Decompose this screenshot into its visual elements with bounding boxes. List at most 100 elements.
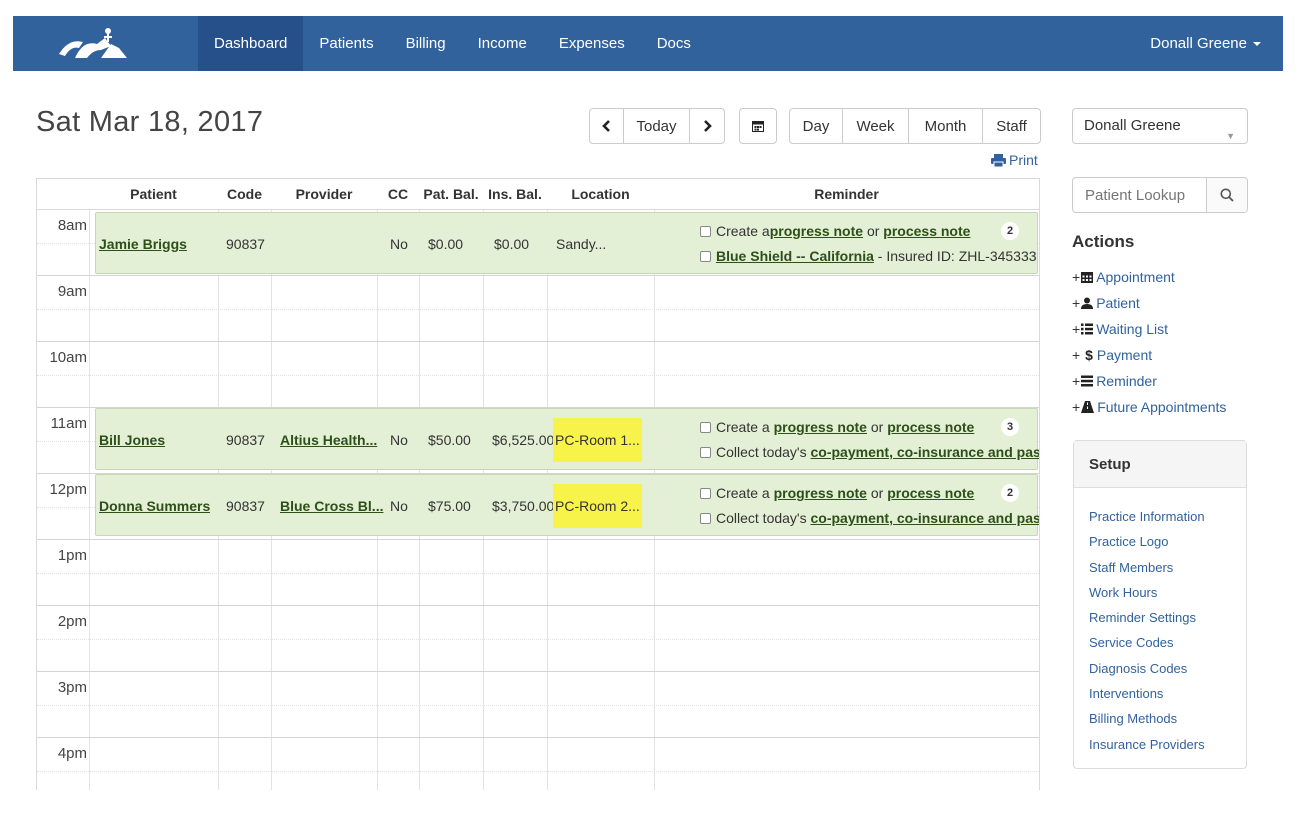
actions-list: + Appointment + Patient + Waiting List +…: [1072, 264, 1226, 420]
hour-row-3pm[interactable]: 3pm: [37, 672, 1039, 738]
setup-staff-members[interactable]: Staff Members: [1089, 555, 1246, 580]
setup-work-hours[interactable]: Work Hours: [1089, 580, 1246, 605]
insurance-balance: $0.00: [494, 236, 530, 252]
appointment-cc: No: [390, 498, 408, 514]
print-label: Print: [1009, 152, 1038, 168]
add-waiting-list-action[interactable]: + Waiting List: [1072, 316, 1226, 342]
provider-link[interactable]: Blue Cross Bl...: [280, 498, 383, 514]
setup-panel: Setup Practice Information Practice Logo…: [1073, 440, 1247, 769]
appointment-cc: No: [390, 432, 408, 448]
process-note-link[interactable]: process note: [887, 485, 974, 501]
reminder-icon: [1081, 375, 1094, 387]
col-location: Location: [571, 186, 630, 202]
hour-row-4pm[interactable]: 4pm: [37, 738, 1039, 790]
nav-dashboard[interactable]: Dashboard: [198, 16, 304, 71]
calendar-picker-button[interactable]: [739, 108, 777, 144]
print-link[interactable]: Print: [991, 152, 1038, 168]
hour-row-2pm[interactable]: 2pm: [37, 606, 1039, 672]
setup-insurance-providers[interactable]: Insurance Providers: [1089, 732, 1246, 757]
add-appointment-action[interactable]: + Appointment: [1072, 264, 1226, 290]
insurance-link[interactable]: Blue Shield -- California: [716, 248, 874, 264]
add-patient-action[interactable]: + Patient: [1072, 290, 1226, 316]
appointment-row[interactable]: Jamie Briggs 90837 No $0.00 $0.00 Sandy.…: [95, 212, 1038, 274]
col-code: Code: [227, 186, 262, 202]
reminder-checkbox[interactable]: [700, 512, 711, 524]
patient-search-button[interactable]: [1206, 178, 1247, 212]
hour-row-1pm[interactable]: 1pm: [37, 540, 1039, 606]
reminder-text: or: [863, 223, 884, 239]
hour-row-9am[interactable]: 9am: [37, 276, 1039, 342]
appointment-code: 90837: [226, 236, 265, 252]
calendar-icon: [752, 121, 764, 132]
progress-note-link[interactable]: progress note: [774, 419, 867, 435]
nav-income[interactable]: Income: [462, 16, 543, 71]
nav-billing[interactable]: Billing: [390, 16, 462, 71]
chevron-left-icon: [602, 120, 610, 132]
staff-select[interactable]: Donall Greene ▼: [1072, 108, 1248, 144]
action-label: Patient: [1096, 295, 1140, 311]
reminder-checkbox[interactable]: [700, 421, 711, 433]
add-payment-action[interactable]: + $ Payment: [1072, 342, 1226, 368]
view-day-button[interactable]: Day: [790, 109, 843, 143]
setup-practice-logo[interactable]: Practice Logo: [1089, 529, 1246, 554]
hour-row-10am[interactable]: 10am: [37, 342, 1039, 408]
today-button[interactable]: Today: [624, 109, 690, 143]
reminder-checkbox[interactable]: [700, 250, 711, 262]
copayment-link[interactable]: co-payment, co-insurance and past: [811, 444, 1040, 460]
reminder-text: Collect today's: [716, 510, 811, 526]
reminder-checkbox[interactable]: [700, 225, 711, 237]
provider-link[interactable]: Altius Health...: [280, 432, 377, 448]
hour-label: 12pm: [49, 481, 87, 498]
hour-label: 10am: [49, 349, 87, 366]
user-menu[interactable]: Donall Greene: [1150, 16, 1261, 71]
brand-logo[interactable]: [53, 24, 133, 64]
hour-label: 4pm: [57, 745, 87, 762]
appointment-row[interactable]: Bill Jones 90837 Altius Health... No $50…: [95, 408, 1040, 470]
process-note-link[interactable]: process note: [887, 419, 974, 435]
user-name: Donall Greene: [1150, 35, 1247, 52]
reminder-checkbox[interactable]: [700, 446, 711, 458]
setup-diagnosis-codes[interactable]: Diagnosis Codes: [1089, 656, 1246, 681]
patient-link[interactable]: Bill Jones: [99, 432, 165, 448]
reminder-item: Collect today's co-payment, co-insurance…: [700, 444, 1040, 460]
nav-expenses[interactable]: Expenses: [543, 16, 641, 71]
patient-lookup: [1072, 177, 1248, 213]
actions-heading: Actions: [1072, 232, 1135, 251]
reminder-count-badge: 3: [1001, 418, 1019, 436]
copayment-link[interactable]: co-payment, co-insurance and past: [811, 510, 1040, 526]
next-day-button[interactable]: [690, 109, 724, 143]
view-staff-button[interactable]: Staff: [983, 109, 1040, 143]
process-note-link[interactable]: process note: [883, 223, 970, 239]
action-label: Payment: [1096, 347, 1153, 363]
setup-heading: Setup: [1074, 441, 1246, 488]
patient-lookup-input[interactable]: [1073, 178, 1206, 212]
col-provider: Provider: [295, 186, 353, 202]
calendar-header: Patient Code Provider CC Pat. Bal. Ins. …: [37, 179, 1039, 210]
appointment-row[interactable]: Donna Summers 90837 Blue Cross Bl... No …: [95, 474, 1040, 536]
setup-reminder-settings[interactable]: Reminder Settings: [1089, 605, 1246, 630]
top-navbar: Dashboard Patients Billing Income Expens…: [13, 16, 1283, 71]
add-reminder-action[interactable]: + Reminder: [1072, 368, 1226, 394]
setup-interventions[interactable]: Interventions: [1089, 681, 1246, 706]
nav-docs[interactable]: Docs: [641, 16, 707, 71]
setup-service-codes[interactable]: Service Codes: [1089, 630, 1246, 655]
view-week-button[interactable]: Week: [843, 109, 909, 143]
setup-billing-methods[interactable]: Billing Methods: [1089, 706, 1246, 731]
nav-patients[interactable]: Patients: [303, 16, 389, 71]
patient-balance: $75.00: [428, 498, 471, 514]
patient-link[interactable]: Donna Summers: [99, 498, 210, 514]
hour-label: 1pm: [57, 547, 87, 564]
hour-label: 8am: [57, 217, 87, 234]
list-icon: [1081, 323, 1094, 335]
road-icon: [1081, 401, 1095, 413]
progress-note-link[interactable]: progress note: [770, 223, 863, 239]
col-reminder: Reminder: [814, 186, 879, 202]
future-appointments-action[interactable]: + Future Appointments: [1072, 394, 1226, 420]
setup-practice-information[interactable]: Practice Information: [1089, 504, 1246, 529]
view-month-button[interactable]: Month: [909, 109, 983, 143]
col-ins-bal: Ins. Bal.: [488, 186, 542, 202]
prev-day-button[interactable]: [590, 109, 624, 143]
reminder-checkbox[interactable]: [700, 487, 711, 499]
patient-link[interactable]: Jamie Briggs: [99, 236, 187, 252]
progress-note-link[interactable]: progress note: [774, 485, 867, 501]
